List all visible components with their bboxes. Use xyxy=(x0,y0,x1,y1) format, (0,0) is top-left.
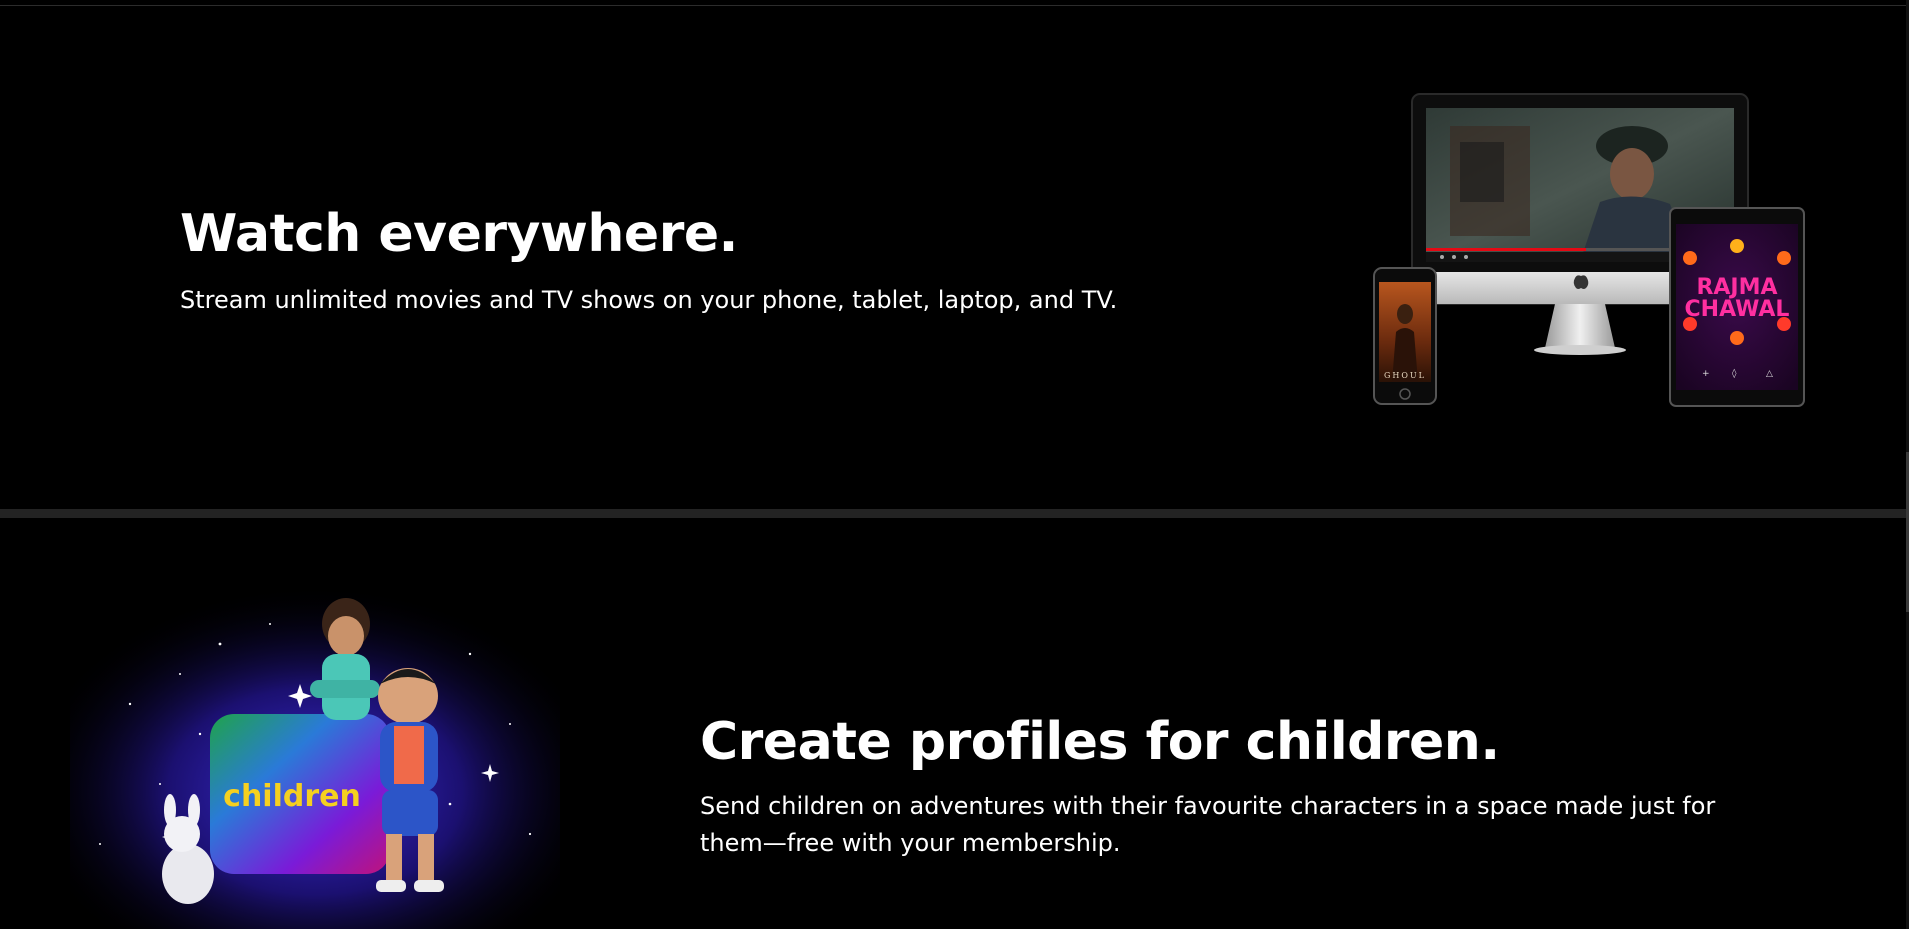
kids-section-title: Create profiles for children. xyxy=(700,712,1500,772)
children-badge: children xyxy=(210,714,390,874)
watch-everywhere-section: Watch everywhere. Stream unlimited movie… xyxy=(0,6,1906,509)
tablet-poster-title-line2: CHAWAL xyxy=(1685,297,1790,322)
watch-section-title: Watch everywhere. xyxy=(180,204,738,264)
kids-section-description: Send children on adventures with their f… xyxy=(700,792,1716,857)
section-divider xyxy=(0,509,1906,518)
watch-section-description: Stream unlimited movies and TV shows on … xyxy=(180,286,1118,314)
svg-text:△: △ xyxy=(1766,369,1773,379)
phone-poster-title: GHOUL xyxy=(1384,371,1426,380)
tablet-device: RAJMA CHAWAL + ◊ △ xyxy=(1669,207,1805,407)
page: Watch everywhere. Stream unlimited movie… xyxy=(0,0,1909,929)
svg-text:+: + xyxy=(1702,369,1710,379)
kids-profile-illustration: children xyxy=(70,584,560,929)
devices-illustration: RAJMA CHAWAL + ◊ △ GHOUL xyxy=(1373,93,1805,407)
kids-profiles-section: children Create profiles for children. S… xyxy=(0,518,1906,929)
svg-text:◊: ◊ xyxy=(1732,368,1737,379)
phone-device: GHOUL xyxy=(1373,267,1437,405)
children-badge-text: children xyxy=(223,779,361,814)
